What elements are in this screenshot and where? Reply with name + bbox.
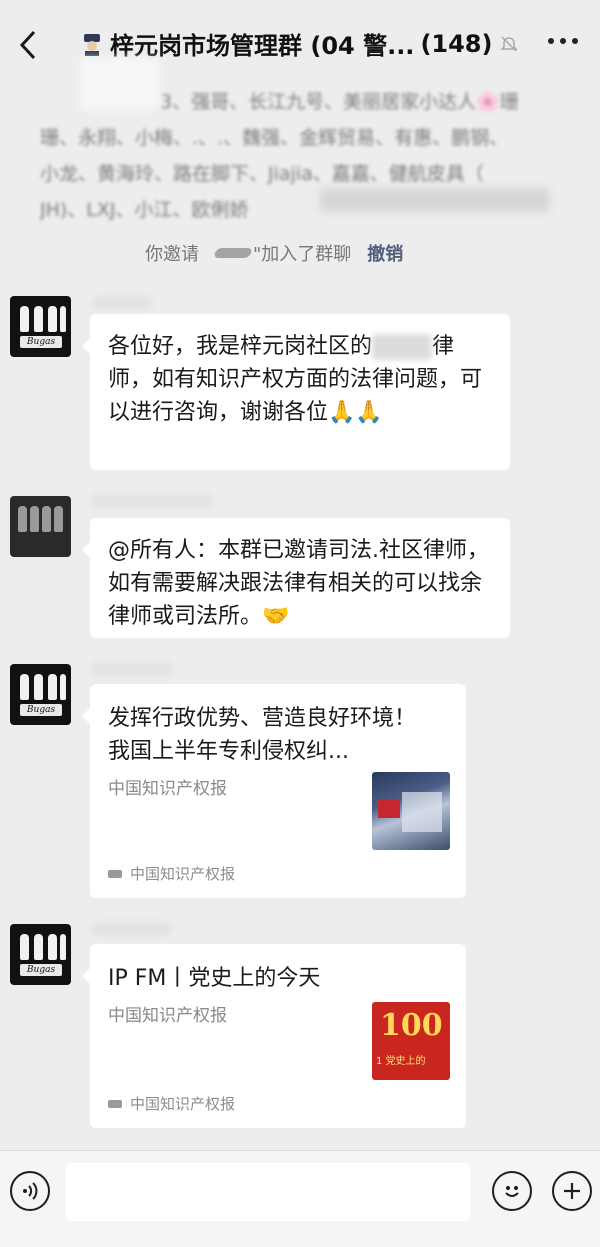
system-notice: 你邀请 "加入了群聊 撤销 bbox=[145, 240, 403, 266]
police-badge-icon bbox=[84, 33, 100, 56]
link-icon bbox=[108, 869, 122, 878]
avatar[interactable]: Bugas bbox=[10, 296, 71, 357]
message-input[interactable] bbox=[66, 1163, 470, 1221]
article-card[interactable]: 发挥行政优势、营造良好环境！我国上半年专利侵权纠... 中国知识产权报 中国知识… bbox=[82, 684, 466, 898]
article-thumbnail: 100 1 党史上的 bbox=[372, 1002, 450, 1080]
emoji: 🤝 bbox=[262, 604, 290, 629]
message-text: 各位好，我是梓元岗社区的 bbox=[108, 334, 373, 359]
message-text: @所有人：本群已邀请司法.社区律师，如有需要解决跟法律有相关的可以找余律师或司法… bbox=[108, 538, 489, 629]
notice-text: 你邀请 bbox=[145, 244, 199, 265]
article-card[interactable]: IP FM丨党史上的今天 中国知识产权报 100 1 党史上的 中国知识产权报 bbox=[82, 944, 466, 1128]
nickname bbox=[92, 296, 152, 310]
emoji: 🙏🙏 bbox=[328, 400, 383, 425]
mute-bell-icon bbox=[500, 35, 519, 52]
avatar[interactable]: Bugas bbox=[10, 664, 71, 725]
member-line: 小龙、黄海玲、路在脚下、Jiajia、嘉嘉、健航皮具（ bbox=[40, 163, 484, 185]
message-bubble[interactable]: 各位好，我是梓元岗社区的 律师，如有知识产权方面的法律问题，可以进行咨询，谢谢各位… bbox=[82, 314, 510, 470]
card-title: 发挥行政优势、营造良好环境！我国上半年专利侵权纠... bbox=[108, 706, 417, 764]
link-icon bbox=[108, 1099, 122, 1108]
member-line: 珊、永翔、小梅、.、.、魏强、金辉贸易、有惠、鹏钢、 bbox=[40, 127, 509, 149]
card-title: IP FM丨党史上的今天 bbox=[108, 966, 321, 991]
redaction bbox=[372, 334, 433, 360]
plus-icon[interactable] bbox=[552, 1171, 592, 1211]
chat-title: 梓元岗市场管理群 (04 警... bbox=[110, 32, 415, 60]
card-footer: 中国知识产权报 bbox=[108, 863, 235, 884]
notice-text: "加入了群聊 bbox=[253, 244, 352, 265]
card-footer-text: 中国知识产权报 bbox=[130, 865, 236, 883]
message-bubble[interactable]: @所有人：本群已邀请司法.社区律师，如有需要解决跟法律有相关的可以找余律师或司法… bbox=[82, 518, 510, 638]
avatar[interactable]: Bugas bbox=[10, 924, 71, 985]
back-arrow-icon[interactable] bbox=[14, 28, 42, 62]
chat-title-area[interactable]: 梓元岗市场管理群 (04 警... (148) bbox=[80, 26, 519, 61]
member-count: (148) bbox=[420, 29, 493, 58]
voice-icon[interactable] bbox=[10, 1171, 50, 1211]
article-thumbnail bbox=[372, 772, 450, 850]
redaction bbox=[213, 248, 253, 258]
thumb-text: 1 党史上的 bbox=[376, 1056, 426, 1067]
card-footer: 中国知识产权报 bbox=[108, 1093, 235, 1114]
undo-link[interactable]: 撤销 bbox=[367, 240, 403, 266]
avatar[interactable] bbox=[10, 496, 71, 557]
thumb-text: 100 bbox=[380, 1008, 443, 1043]
nickname bbox=[92, 662, 172, 676]
nickname bbox=[92, 494, 212, 508]
more-options-icon[interactable] bbox=[548, 38, 582, 50]
nickname bbox=[92, 922, 172, 936]
emoji-icon[interactable] bbox=[492, 1171, 532, 1211]
redaction bbox=[80, 58, 160, 110]
redaction bbox=[320, 188, 550, 212]
input-bar bbox=[0, 1150, 600, 1247]
card-footer-text: 中国知识产权报 bbox=[130, 1095, 236, 1113]
